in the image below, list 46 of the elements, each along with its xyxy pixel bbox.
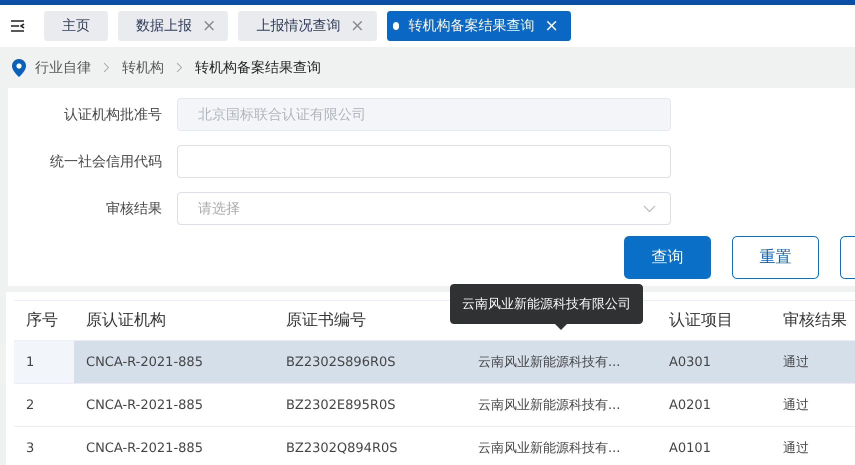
table-row[interactable]: 2 CNCA-R-2021-885 BZ2302E895R0S 云南风业新能源科技有... A0201 通过 bbox=[14, 384, 855, 427]
table-cell-text: 云南风业新能源科技有... bbox=[477, 397, 622, 415]
tab[interactable]: 数据上报 × bbox=[118, 11, 228, 41]
tab[interactable]: 主页 bbox=[44, 11, 108, 41]
chevron-icon bbox=[176, 62, 183, 73]
table-cell-text: 2 bbox=[25, 396, 36, 414]
table-cell-text: A0201 bbox=[668, 396, 712, 414]
table-cell: A0301 bbox=[657, 341, 771, 383]
table-cell: CNCA-R-2021-885 bbox=[74, 341, 274, 383]
table-cell-text: 通过 bbox=[782, 440, 810, 458]
field-label: 统一社会信用代码 bbox=[49, 152, 163, 170]
table-cell: 1 bbox=[14, 341, 74, 383]
location-pin-icon bbox=[12, 58, 26, 76]
field-label: 审核结果 bbox=[105, 200, 163, 218]
breadcrumb-item[interactable]: 行业自律 bbox=[35, 58, 91, 76]
table-cell-text: CNCA-R-2021-885 bbox=[85, 396, 204, 414]
breadcrumb-item[interactable]: 转机构 bbox=[122, 58, 164, 76]
table-cell-text: BZ2302E895R0S bbox=[285, 396, 396, 414]
tab[interactable]: 转机构备案结果查询 × bbox=[386, 11, 571, 41]
chevron-down-icon bbox=[643, 204, 656, 212]
chevron-icon bbox=[103, 62, 110, 73]
column-header: 原证书编号 bbox=[285, 310, 367, 331]
table-cell: 通过 bbox=[771, 341, 855, 383]
table-row[interactable]: 3 CNCA-R-2021-885 BZ2302Q894R0S 云南风业新能源科技有... A0101 通过 bbox=[14, 427, 855, 465]
table-cell-text: BZ2302Q894R0S bbox=[285, 440, 399, 458]
tooltip: 云南风业新能源科技有限公司 bbox=[450, 284, 643, 324]
tooltip-arrow bbox=[555, 324, 567, 330]
menu-icon[interactable] bbox=[10, 19, 26, 33]
table-cell-text: 3 bbox=[25, 440, 36, 458]
column-header: 认证项目 bbox=[668, 310, 734, 331]
table-row[interactable]: 1 CNCA-R-2021-885 BZ2302S896R0S 云南风业新能源科技有... A0301 通过 bbox=[14, 341, 855, 384]
action-button[interactable]: 重置 bbox=[732, 236, 819, 279]
table-cell-text: CNCA-R-2021-885 bbox=[85, 440, 204, 458]
field-label: 认证机构批准号 bbox=[63, 106, 163, 124]
input-field[interactable] bbox=[177, 145, 671, 178]
action-button[interactable]: 查询 bbox=[624, 236, 711, 279]
table-cell-text: 通过 bbox=[782, 397, 810, 415]
table-cell-text: 云南风业新能源科技有... bbox=[477, 440, 622, 458]
table-cell: 云南风业新能源科技有... bbox=[466, 341, 657, 383]
table-cell-text: A0101 bbox=[668, 440, 712, 458]
column-header: 序号 bbox=[25, 310, 59, 331]
breadcrumb-item: 转机构备案结果查询 bbox=[195, 58, 321, 76]
tab[interactable]: 上报情况查询 × bbox=[238, 11, 376, 41]
table-cell: BZ2302S896R0S bbox=[274, 341, 466, 383]
column-header: 原认证机构 bbox=[85, 310, 167, 331]
column-header: 审核结果 bbox=[782, 310, 848, 331]
